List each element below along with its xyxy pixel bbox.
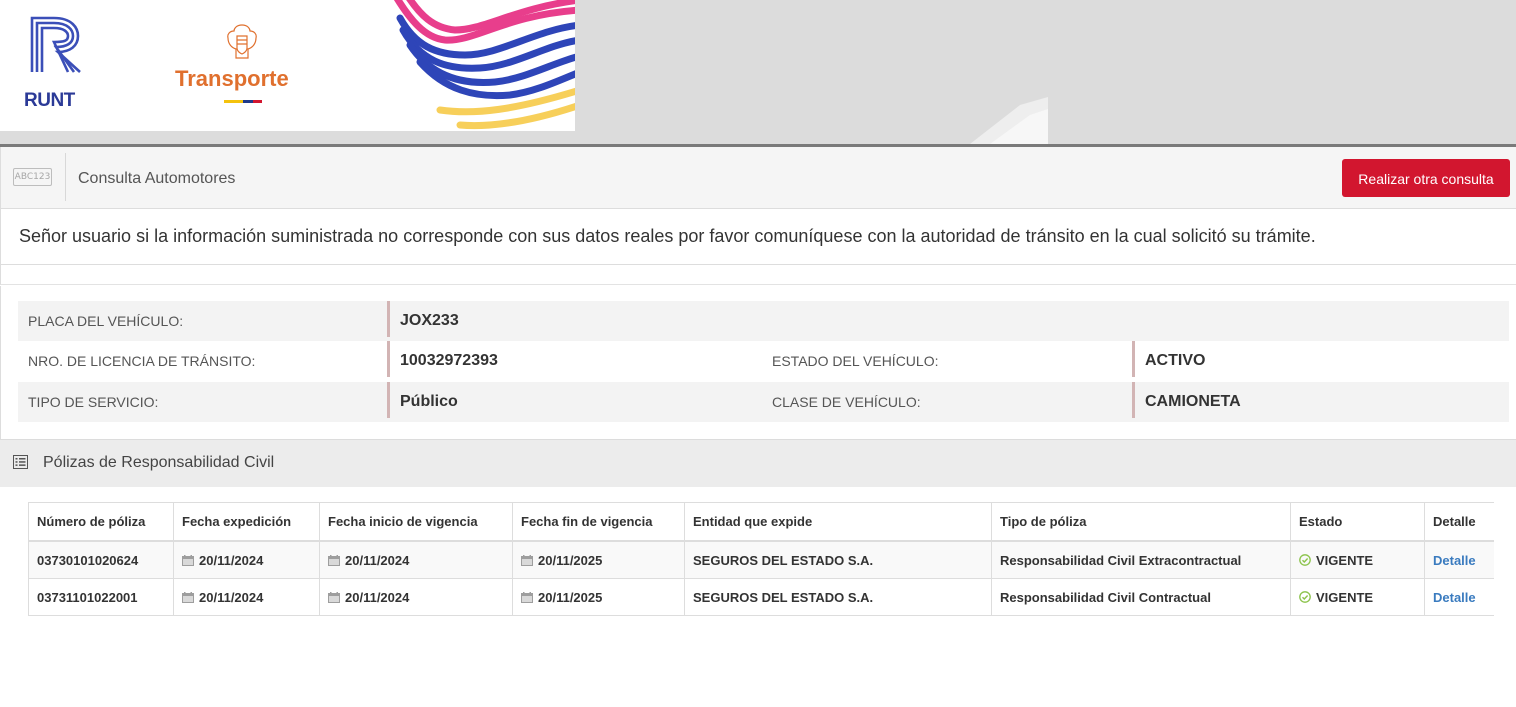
poliza-numero: 03731101022001 xyxy=(28,578,174,616)
runt-logo-text: RUNT xyxy=(24,90,75,111)
table-row-partial xyxy=(28,615,1494,616)
fecha-expedicion: 20/11/2024 xyxy=(199,589,264,605)
estado-poliza: VIGENTE xyxy=(1316,589,1374,605)
polizas-table-container: Número de póliza Fecha expedición Fecha … xyxy=(28,502,1494,616)
licencia-value: 10032972393 xyxy=(387,341,498,377)
entidad: SEGUROS DEL ESTADO S.A. xyxy=(684,540,992,579)
notice-panel: Señor usuario si la información suminist… xyxy=(0,209,1516,265)
fecha-inicio: 20/11/2024 xyxy=(345,552,410,568)
vehicle-row-servicio: TIPO DE SERVICIO: Público CLASE DE VEHÍC… xyxy=(18,382,1509,422)
cell-detalle: Detalle xyxy=(1424,540,1494,579)
col-expedicion: Fecha expedición xyxy=(173,502,320,542)
servicio-value: Público xyxy=(387,382,458,418)
clase-value: CAMIONETA xyxy=(1132,382,1241,418)
table-row: 03731101022001 20/11/2024 20/11/2024 20/… xyxy=(28,578,1494,616)
calendar-icon xyxy=(328,591,340,603)
ministry-logo: Transporte xyxy=(172,22,312,112)
vehicle-row-licencia: NRO. DE LICENCIA DE TRÁNSITO: 1003297239… xyxy=(18,341,1509,381)
servicio-label: TIPO DE SERVICIO: xyxy=(28,394,159,410)
polizas-section-title: Pólizas de Responsabilidad Civil xyxy=(43,454,275,471)
cell-fin: 20/11/2025 xyxy=(512,540,685,579)
polizas-section-header[interactable]: Pólizas de Responsabilidad Civil xyxy=(0,439,1516,487)
detalle-link[interactable]: Detalle xyxy=(1433,553,1476,568)
col-inicio: Fecha inicio de vigencia xyxy=(319,502,513,542)
calendar-icon xyxy=(328,554,340,566)
cell-expedicion: 20/11/2024 xyxy=(173,578,320,616)
detalle-link[interactable]: Detalle xyxy=(1433,590,1476,605)
vehicle-row-placa: PLACA DEL VEHÍCULO: JOX233 xyxy=(18,301,1509,341)
col-estado: Estado xyxy=(1290,502,1425,542)
new-query-button[interactable]: Realizar otra consulta xyxy=(1342,159,1510,197)
list-icon xyxy=(13,455,28,469)
cell-fin: 20/11/2025 xyxy=(512,578,685,616)
vehicle-info: PLACA DEL VEHÍCULO: JOX233 NRO. DE LICEN… xyxy=(0,286,1516,439)
page-header: RUNT Transporte xyxy=(0,0,1516,144)
table-row: 03730101020624 20/11/2024 20/11/2024 20/… xyxy=(28,540,1494,579)
clase-label: CLASE DE VEHÍCULO: xyxy=(772,394,921,410)
col-detalle: Detalle xyxy=(1424,502,1494,542)
estado-poliza: VIGENTE xyxy=(1316,552,1374,568)
col-fin: Fecha fin de vigencia xyxy=(512,502,685,542)
tipo-poliza: Responsabilidad Civil Contractual xyxy=(991,578,1291,616)
runt-r-icon xyxy=(30,16,81,73)
estado-vehiculo-label: ESTADO DEL VEHÍCULO: xyxy=(772,353,939,369)
fecha-inicio: 20/11/2024 xyxy=(345,589,410,605)
tipo-poliza: Responsabilidad Civil Extracontractual xyxy=(991,540,1291,579)
fecha-fin: 20/11/2025 xyxy=(538,552,603,568)
notice-text: Señor usuario si la información suminist… xyxy=(19,226,1316,246)
cell-detalle: Detalle xyxy=(1424,578,1494,616)
spacer xyxy=(0,265,1516,285)
col-entidad: Entidad que expide xyxy=(684,502,992,542)
plate-icon: ABC123 xyxy=(13,168,52,186)
col-tipo: Tipo de póliza xyxy=(991,502,1291,542)
runt-logo: RUNT xyxy=(24,14,86,112)
table-header-row: Número de póliza Fecha expedición Fecha … xyxy=(28,502,1494,542)
placa-label: PLACA DEL VEHÍCULO: xyxy=(28,313,184,329)
fecha-expedicion: 20/11/2024 xyxy=(199,552,264,568)
estado-vehiculo-value: ACTIVO xyxy=(1132,341,1205,377)
fecha-fin: 20/11/2025 xyxy=(538,589,603,605)
polizas-table: Número de póliza Fecha expedición Fecha … xyxy=(28,502,1494,616)
calendar-icon xyxy=(182,591,194,603)
ministry-text: Transporte xyxy=(175,66,289,91)
calendar-icon xyxy=(521,591,533,603)
check-circle-icon xyxy=(1299,590,1311,603)
decorative-wave xyxy=(393,0,575,130)
decorative-triangles xyxy=(970,97,1048,144)
cell-inicio: 20/11/2024 xyxy=(319,578,513,616)
toolbar-divider xyxy=(65,153,66,201)
check-circle-icon xyxy=(1299,553,1311,566)
toolbar-title: Consulta Automotores xyxy=(78,170,236,187)
banner: RUNT Transporte xyxy=(0,0,575,131)
entidad: SEGUROS DEL ESTADO S.A. xyxy=(684,578,992,616)
calendar-icon xyxy=(521,554,533,566)
cell-inicio: 20/11/2024 xyxy=(319,540,513,579)
licencia-label: NRO. DE LICENCIA DE TRÁNSITO: xyxy=(28,353,256,369)
poliza-numero: 03730101020624 xyxy=(28,540,174,579)
placa-value: JOX233 xyxy=(387,301,459,337)
calendar-icon xyxy=(182,554,194,566)
query-toolbar: ABC123 Consulta Automotores Realizar otr… xyxy=(0,147,1516,209)
col-numero: Número de póliza xyxy=(28,502,174,542)
cell-expedicion: 20/11/2024 xyxy=(173,540,320,579)
flag-bar xyxy=(224,100,262,103)
coat-of-arms-icon xyxy=(227,24,257,59)
cell-estado: VIGENTE xyxy=(1290,578,1425,616)
cell-estado: VIGENTE xyxy=(1290,540,1425,579)
